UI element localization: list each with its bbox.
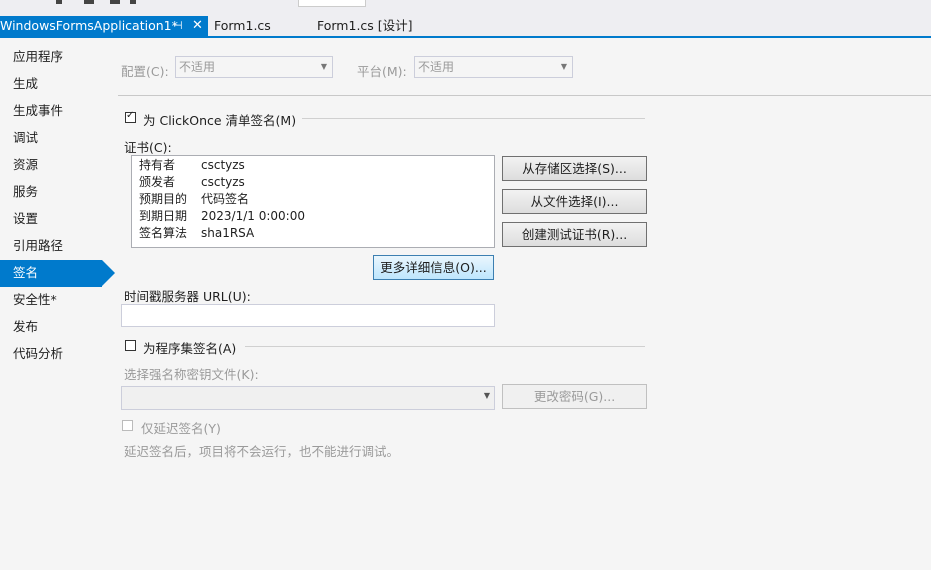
sidebar-item-resources[interactable]: 资源 [0,152,104,179]
cert-value: csctyzs [201,175,245,189]
chevron-down-icon: ▼ [560,62,567,71]
sidebar-item-build-events[interactable]: 生成事件 [0,98,104,125]
select-from-file-button[interactable]: 从文件选择(I)... [502,189,647,214]
tab-form1-design[interactable]: Form1.cs [设计] [317,16,413,36]
delay-sign-label: 仅延迟签名(Y) [141,421,221,436]
platform-value: 不适用 [418,60,455,74]
tab-project-properties[interactable]: WindowsFormsApplication1* ⊣ ✕ [0,16,208,36]
config-value: 不适用 [179,60,216,74]
change-password-button[interactable]: 更改密码(G)... [502,384,647,409]
delay-sign-checkbox[interactable] [122,420,133,431]
key-file-select[interactable]: ▼ [121,386,495,410]
cert-key: 到期日期 [139,209,188,223]
cert-value: sha1RSA [201,226,255,240]
config-label: 配置(C): [121,64,169,79]
assembly-sign-checkbox[interactable] [125,340,136,351]
pin-icon[interactable]: ⊣ [173,16,183,36]
sidebar-item-signing[interactable]: 签名 [0,260,115,287]
sidebar-item-services[interactable]: 服务 [0,179,104,206]
cert-key: 颁发者 [139,175,176,189]
tab-label: WindowsFormsApplication1* [0,18,178,33]
cert-value: 代码签名 [201,192,250,206]
toolbar [0,0,931,8]
header-separator [118,95,931,96]
tab-form1-cs[interactable]: Form1.cs [214,16,271,36]
certificate-details-box: 持有者 csctyzs 颁发者 csctyzs 预期目的 代码签名 到期日期 2… [131,155,495,248]
chevron-down-icon: ▼ [320,62,327,71]
key-file-label: 选择强名称密钥文件(K): [124,367,259,382]
select-from-store-button[interactable]: 从存储区选择(S)... [502,156,647,181]
certificate-label: 证书(C): [124,140,172,155]
toolbar-icon[interactable] [56,0,62,4]
section-rule [302,118,645,119]
cert-value: 2023/1/1 0:00:00 [201,209,305,223]
toolbar-combo[interactable] [298,0,366,7]
toolbar-icon[interactable] [110,0,120,4]
cert-key: 预期目的 [139,192,188,206]
delay-sign-note: 延迟签名后，项目将不会运行，也不能进行调试。 [124,444,400,459]
clickonce-sign-label: 为 ClickOnce 清单签名(M) [143,113,297,128]
sidebar-item-debug[interactable]: 调试 [0,125,104,152]
sidebar-item-application[interactable]: 应用程序 [0,44,104,71]
close-icon[interactable]: ✕ [192,16,203,36]
sidebar-item-settings[interactable]: 设置 [0,206,104,233]
document-tabstrip: WindowsFormsApplication1* ⊣ ✕ Form1.cs F… [0,8,931,36]
config-select[interactable]: 不适用 ▼ [175,56,333,78]
timestamp-url-label: 时间戳服务器 URL(U): [124,289,251,304]
sidebar-item-reference-paths[interactable]: 引用路径 [0,233,104,260]
cert-key: 持有者 [139,158,176,172]
more-details-button[interactable]: 更多详细信息(O)... [373,255,494,280]
timestamp-url-input[interactable] [121,304,495,327]
cert-value: csctyzs [201,158,245,172]
toolbar-icon[interactable] [84,0,94,4]
platform-select[interactable]: 不适用 ▼ [414,56,573,78]
chevron-down-icon: ▼ [483,391,490,400]
create-test-certificate-button[interactable]: 创建测试证书(R)... [502,222,647,247]
tab-underline [0,36,931,38]
sidebar-item-security[interactable]: 安全性* [0,287,104,314]
toolbar-icon[interactable] [130,0,136,4]
section-rule [245,346,645,347]
sidebar-item-code-analysis[interactable]: 代码分析 [0,341,104,368]
platform-label: 平台(M): [357,64,407,79]
clickonce-sign-checkbox[interactable] [125,110,136,123]
sidebar-item-build[interactable]: 生成 [0,71,104,98]
property-page-sidebar: 应用程序 生成 生成事件 调试 资源 服务 设置 引用路径 签名 安全性* 发布… [0,44,115,368]
cert-key: 签名算法 [139,226,188,240]
assembly-sign-label: 为程序集签名(A) [143,341,237,356]
sidebar-item-publish[interactable]: 发布 [0,314,104,341]
